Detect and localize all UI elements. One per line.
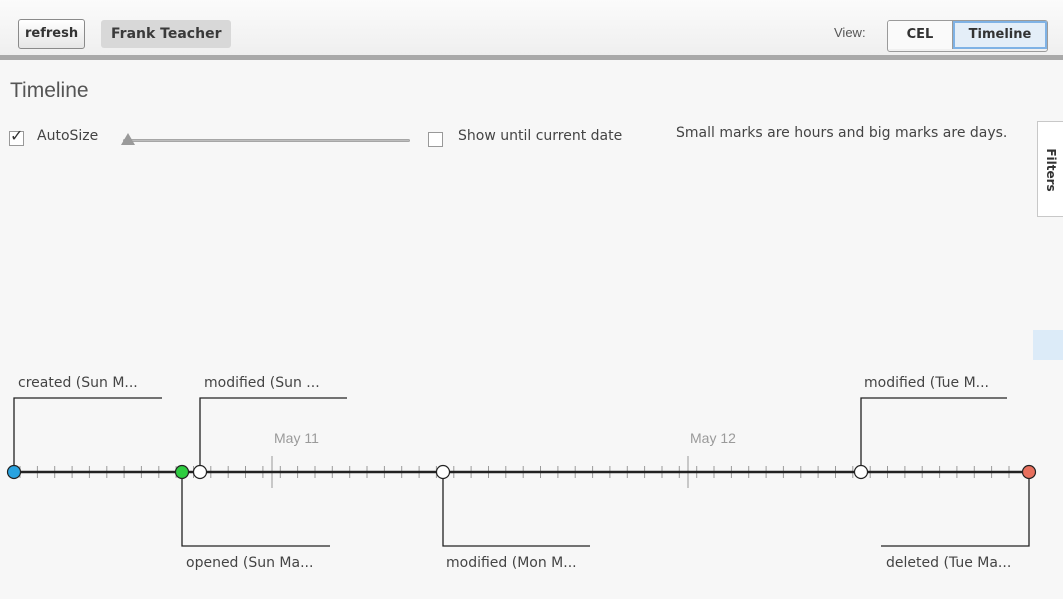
event-connector	[860, 397, 1007, 467]
event-marker-opened[interactable]	[174, 464, 190, 480]
event-label-modified-mon[interactable]: modified (Mon M...	[446, 555, 577, 571]
event-label-opened[interactable]: opened (Sun Ma...	[186, 555, 313, 571]
event-connector	[13, 397, 162, 467]
day-label-may-11: May 11	[274, 430, 319, 446]
event-marker-created[interactable]	[6, 464, 22, 480]
event-connector	[181, 477, 330, 547]
timeline-canvas: May 11 May 12 created (Sun M... modified…	[6, 375, 1037, 571]
day-label-may-12: May 12	[690, 430, 736, 446]
event-connector	[442, 477, 590, 547]
event-marker-modified[interactable]	[853, 464, 869, 480]
event-connector	[881, 477, 1030, 547]
event-label-modified-sun[interactable]: modified (Sun ...	[204, 375, 320, 391]
event-label-created[interactable]: created (Sun M...	[18, 375, 138, 391]
event-marker-modified[interactable]	[192, 464, 208, 480]
event-marker-deleted[interactable]	[1021, 464, 1037, 480]
event-marker-modified[interactable]	[435, 464, 451, 480]
event-label-deleted[interactable]: deleted (Tue Ma...	[886, 555, 1011, 571]
event-label-modified-tue[interactable]: modified (Tue M...	[864, 375, 989, 391]
